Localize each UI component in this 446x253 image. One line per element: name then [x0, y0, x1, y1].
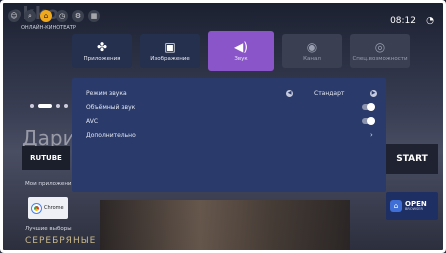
- tv-screen: okko ОНЛАЙН-КИНОТЕАТР ☺ ⌕ ⌂ ◷ ⚙ ▦ 08:12 …: [0, 0, 446, 253]
- chevron-right-icon[interactable]: ▶: [370, 89, 377, 97]
- profile-icon[interactable]: ☺: [8, 10, 20, 22]
- tab-label: Канал: [303, 55, 321, 62]
- accessibility-icon: ◎: [374, 39, 386, 54]
- advanced-row[interactable]: Дополнительно ›: [86, 128, 373, 142]
- tab-accessibility[interactable]: ◎ Спец.возможности: [350, 34, 410, 68]
- sound-mode-row[interactable]: Режим звука ◀ Стандарт ▶: [86, 86, 377, 100]
- chevron-left-icon[interactable]: ◀: [286, 89, 293, 97]
- advanced-label: Дополнительно: [86, 131, 136, 139]
- sound-mode-value: Стандарт: [314, 89, 345, 97]
- search-icon[interactable]: ⌕: [24, 10, 36, 22]
- tab-label: Спец.возможности: [352, 55, 408, 62]
- chrome-label: Chrome: [44, 205, 64, 211]
- movie-poster[interactable]: [100, 200, 350, 253]
- best-picks-label: Лучшие выборы: [25, 226, 72, 232]
- poster-title: СЕРЕБРЯНЫЕ: [25, 236, 97, 246]
- start-tile[interactable]: START: [386, 144, 438, 174]
- chevron-right-icon: ›: [370, 131, 373, 139]
- tab-label: Изображение: [150, 55, 190, 62]
- grid-icon[interactable]: ▦: [88, 10, 100, 22]
- settings-icon[interactable]: ⚙: [72, 10, 84, 22]
- tab-channel[interactable]: ◉ Канал: [282, 34, 342, 68]
- clock: 08:12: [390, 16, 416, 26]
- surround-label: Объёмный звук: [86, 103, 136, 111]
- sound-mode-label: Режим звука: [86, 89, 127, 97]
- wifi-icon: ◔: [426, 16, 434, 26]
- apps-icon: ✤: [96, 39, 108, 54]
- clock-icon[interactable]: ◷: [56, 10, 68, 22]
- sound-settings-panel: Режим звука ◀ Стандарт ▶ Объёмный звук A…: [72, 78, 386, 192]
- avc-toggle[interactable]: [362, 117, 375, 125]
- avc-row[interactable]: AVC: [86, 114, 375, 128]
- rutube-tile[interactable]: RUTUBE: [22, 146, 70, 170]
- carousel-dots: [30, 104, 68, 108]
- status-bar: ☺ ⌕ ⌂ ◷ ⚙ ▦: [8, 10, 100, 22]
- open-browser-icon: ⌂: [390, 200, 402, 212]
- surround-row[interactable]: Объёмный звук: [86, 100, 375, 114]
- tab-picture[interactable]: ▣ Изображение: [140, 34, 200, 68]
- my-apps-label: Мои приложения: [25, 181, 75, 187]
- antenna-icon: ◉: [306, 39, 318, 54]
- avc-label: AVC: [86, 117, 99, 125]
- chrome-icon: [31, 202, 42, 214]
- open-browser-tile[interactable]: ⌂ OPEN BROWSER: [386, 192, 438, 220]
- tab-label: Приложения: [83, 55, 121, 62]
- surround-toggle[interactable]: [362, 103, 375, 111]
- picture-icon: ▣: [164, 39, 176, 54]
- home-icon[interactable]: ⌂: [40, 10, 52, 22]
- settings-categories: ✤ Приложения ▣ Изображение ◀) Звук ◉ Кан…: [72, 31, 410, 71]
- tab-label: Звук: [234, 55, 248, 62]
- tab-apps[interactable]: ✤ Приложения: [72, 34, 132, 68]
- chrome-app[interactable]: Chrome: [28, 197, 68, 219]
- speaker-icon: ◀): [234, 39, 248, 54]
- tab-sound[interactable]: ◀) Звук: [208, 31, 274, 71]
- brand-subtitle: ОНЛАЙН-КИНОТЕАТР: [21, 25, 76, 31]
- open-browser-sub: BROWSER: [405, 206, 423, 211]
